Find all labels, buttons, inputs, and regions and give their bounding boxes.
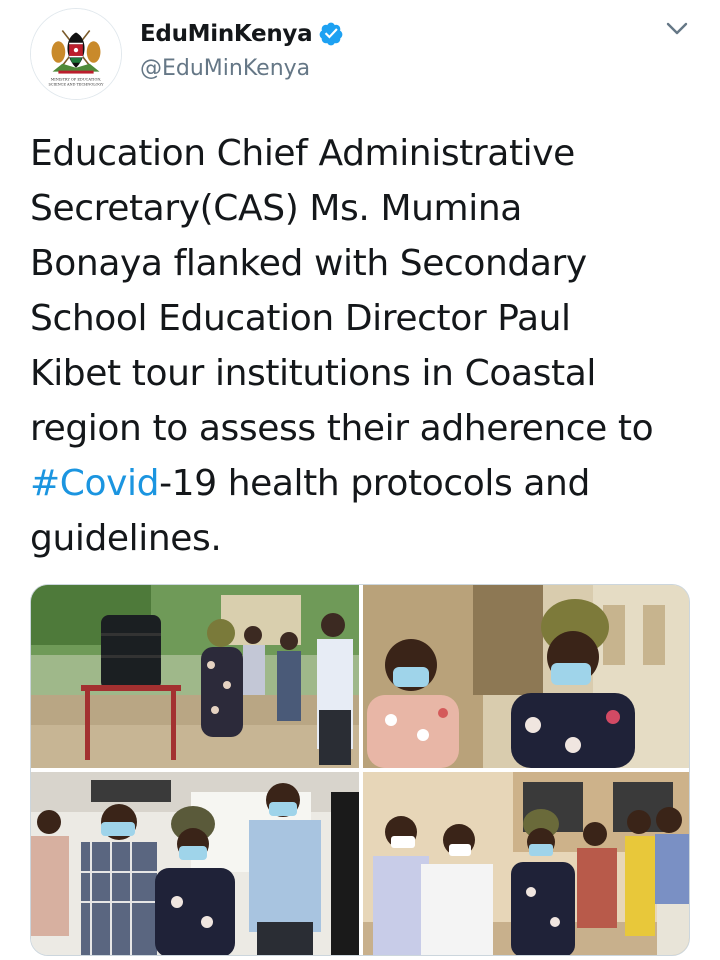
tweet-line: region to assess their adherence to [30, 408, 654, 449]
chevron-down-icon[interactable] [664, 18, 690, 40]
tweet-line: Kibet tour institutions in Coastal [30, 353, 596, 394]
verified-badge-icon [318, 21, 344, 47]
kenya-coat-of-arms-logo: MINISTRY OF EDUCATION, SCIENCE AND TECHN… [31, 9, 121, 99]
tweet-line: Secretary(CAS) Ms. Mumina [30, 188, 522, 229]
svg-text:MINISTRY OF EDUCATION,: MINISTRY OF EDUCATION, [51, 77, 102, 81]
media-grid [30, 584, 690, 956]
photo-2[interactable] [363, 585, 689, 768]
hashtag-link[interactable]: #Covid [30, 463, 159, 504]
photo-4[interactable] [363, 772, 689, 955]
author-handle[interactable]: @EduMinKenya [140, 56, 310, 81]
avatar[interactable]: MINISTRY OF EDUCATION, SCIENCE AND TECHN… [30, 8, 122, 100]
photo-1[interactable] [31, 585, 359, 768]
photo-3[interactable] [31, 772, 359, 955]
tweet-line-rest: -19 health protocols and [159, 463, 590, 504]
svg-text:SCIENCE AND TECHNOLOGY: SCIENCE AND TECHNOLOGY [49, 82, 105, 86]
display-name[interactable]: EduMinKenya [140, 21, 313, 47]
tweet-line: School Education Director Paul [30, 298, 571, 339]
tweet-line: Bonaya flanked with Secondary [30, 243, 587, 284]
author-name-row[interactable]: EduMinKenya [140, 16, 344, 52]
tweet-text: Education Chief Administrative Secretary… [30, 126, 710, 566]
tweet-line: guidelines. [30, 518, 222, 559]
tweet-line: Education Chief Administrative [30, 133, 575, 174]
tweet-line: #Covid-19 health protocols and [30, 456, 710, 511]
